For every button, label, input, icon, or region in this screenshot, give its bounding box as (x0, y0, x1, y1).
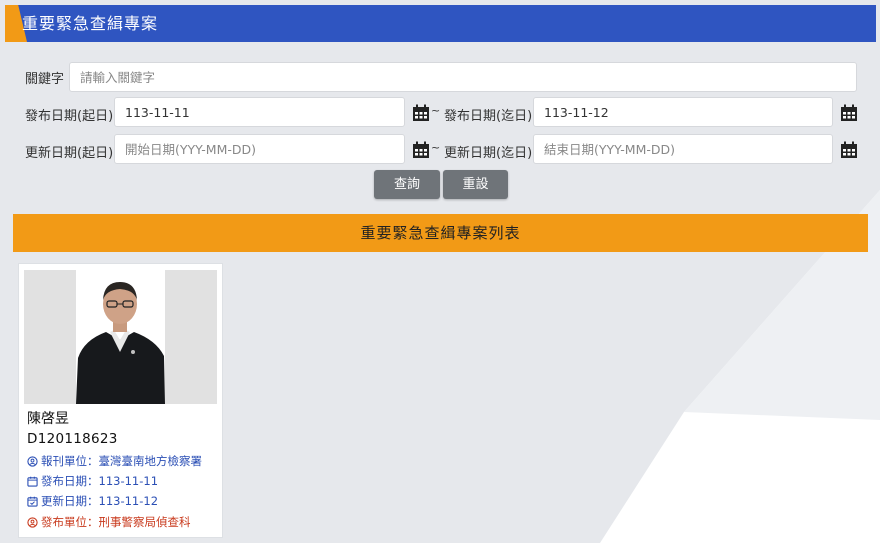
publishing-unit-text: 發布單位：刑事警察局偵查科 (41, 515, 191, 529)
publish-date-row: 發布日期：113-11-11 (27, 473, 158, 489)
keyword-input[interactable] (69, 62, 857, 92)
range-separator: ~ (431, 104, 441, 117)
list-title-bar: 重要緊急查緝專案列表 (13, 214, 868, 252)
suspect-photo (24, 270, 217, 404)
publish-date-text: 發布日期：113-11-11 (41, 474, 159, 488)
calendar-icon[interactable] (840, 141, 858, 159)
update-end-label: 更新日期(迄日) (444, 146, 533, 161)
update-date-row: 更新日期：113-11-12 (27, 493, 158, 509)
issuing-unit-row: 報刊單位：臺灣臺南地方檢察署 (27, 453, 202, 469)
calendar-icon[interactable] (840, 104, 858, 122)
calendar-icon[interactable] (412, 104, 430, 122)
publish-end-label: 發布日期(迄日) (444, 109, 533, 124)
user-circle-icon (27, 516, 38, 528)
publishing-unit-row: 發布單位：刑事警察局偵查科 (27, 514, 191, 530)
update-end-date-input[interactable] (533, 134, 833, 164)
issuing-unit-text: 報刊單位：臺灣臺南地方檢察署 (41, 454, 202, 468)
keyword-label: 關鍵字 (25, 72, 65, 87)
page-header: 重要緊急查緝專案 (5, 5, 876, 42)
update-date-text: 更新日期：113-11-12 (41, 494, 159, 508)
publish-start-date-input[interactable] (114, 97, 405, 127)
reset-button[interactable]: 重設 (443, 170, 508, 199)
user-circle-icon (27, 455, 38, 467)
wanted-card[interactable]: 陳啓昱 D120118623 報刊單位：臺灣臺南地方檢察署 發布日期：113-1… (18, 263, 223, 538)
update-start-date-input[interactable] (114, 134, 405, 164)
update-start-label: 更新日期(起日) (25, 146, 114, 161)
suspect-id-number: D120118623 (27, 431, 118, 447)
calendar-icon[interactable] (412, 141, 430, 159)
publish-end-date-input[interactable] (533, 97, 833, 127)
range-separator: ~ (431, 141, 441, 154)
calendar-icon (27, 476, 38, 487)
publish-start-label: 發布日期(起日) (25, 109, 114, 124)
suspect-name: 陳啓昱 (27, 411, 69, 427)
query-button[interactable]: 查詢 (374, 170, 440, 199)
calendar-check-icon (27, 496, 38, 507)
page-title: 重要緊急查緝專案 (22, 14, 159, 33)
